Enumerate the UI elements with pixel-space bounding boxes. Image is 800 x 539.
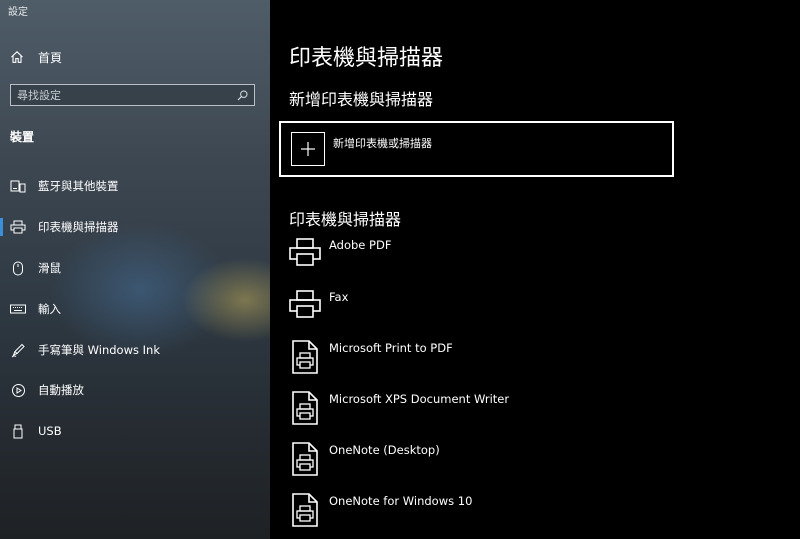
sidebar-item-bluetooth[interactable]: 藍牙與其他裝置 (0, 174, 270, 198)
document-printer-icon (292, 493, 318, 527)
sidebar-item-label: 輸入 (38, 302, 61, 316)
sidebar: 設定 首頁 尋找設定 裝置 藍牙與其他裝置 印表機與掃描器 滑鼠 輸入 手寫筆與… (0, 0, 270, 539)
document-printer-icon (292, 340, 318, 374)
sidebar-item-autoplay[interactable]: 自動播放 (0, 378, 270, 402)
add-printer-label: 新增印表機或掃描器 (333, 137, 432, 150)
sidebar-item-typing[interactable]: 輸入 (0, 297, 270, 321)
sidebar-item-label: 手寫筆與 Windows Ink (38, 343, 160, 357)
printer-item-microsoft-print-to-pdf[interactable]: Microsoft Print to PDF (287, 339, 767, 383)
add-printer-button[interactable]: 新增印表機或掃描器 (279, 121, 674, 177)
printer-item-microsoft-xps[interactable]: Microsoft XPS Document Writer (287, 390, 767, 434)
search-placeholder: 尋找設定 (17, 89, 61, 102)
printer-name: OneNote (Desktop) (329, 443, 440, 457)
autoplay-icon (10, 382, 26, 398)
main-content: 印表機與掃描器 新增印表機與掃描器 新增印表機或掃描器 印表機與掃描器 Adob… (270, 0, 800, 539)
search-icon[interactable] (237, 89, 248, 101)
home-label: 首頁 (38, 50, 63, 65)
home-link[interactable]: 首頁 (10, 47, 62, 67)
page-title: 印表機與掃描器 (289, 46, 444, 71)
section-title: 裝置 (10, 130, 35, 144)
pen-icon (10, 342, 26, 358)
printer-name: Adobe PDF (329, 238, 392, 252)
printer-item-onenote-windows10[interactable]: OneNote for Windows 10 (287, 492, 767, 536)
sidebar-item-label: 印表機與掃描器 (38, 220, 119, 234)
home-icon (11, 51, 23, 63)
add-section-title: 新增印表機與掃描器 (289, 90, 434, 109)
sidebar-item-pen[interactable]: 手寫筆與 Windows Ink (0, 338, 270, 362)
app-title: 設定 (8, 7, 28, 18)
search-input[interactable]: 尋找設定 (10, 84, 255, 106)
mouse-icon (10, 260, 26, 276)
sidebar-item-mouse[interactable]: 滑鼠 (0, 256, 270, 280)
printer-icon (289, 238, 321, 266)
document-printer-icon (292, 442, 318, 476)
sidebar-item-usb[interactable]: USB (0, 419, 270, 443)
printer-icon (289, 290, 321, 318)
printer-name: OneNote for Windows 10 (329, 494, 473, 508)
printers-list-title: 印表機與掃描器 (289, 210, 402, 229)
sidebar-item-label: 滑鼠 (38, 261, 61, 275)
sidebar-item-label: USB (38, 424, 62, 438)
printer-name: Microsoft XPS Document Writer (329, 392, 510, 406)
sidebar-item-label: 藍牙與其他裝置 (38, 179, 119, 193)
printer-name: Microsoft Print to PDF (329, 341, 453, 355)
printer-item-fax[interactable]: Fax (287, 288, 767, 332)
sidebar-item-printers[interactable]: 印表機與掃描器 (0, 215, 270, 239)
plus-icon (291, 132, 325, 166)
printer-item-onenote-desktop[interactable]: OneNote (Desktop) (287, 441, 767, 485)
document-printer-icon (292, 391, 318, 425)
keyboard-icon (10, 301, 26, 317)
sidebar-item-label: 自動播放 (38, 383, 84, 397)
printer-name: Fax (329, 290, 349, 304)
printer-item-adobe-pdf[interactable]: Adobe PDF (287, 236, 767, 280)
printer-icon (10, 219, 26, 235)
bluetooth-devices-icon (10, 178, 26, 194)
usb-icon (10, 423, 26, 439)
